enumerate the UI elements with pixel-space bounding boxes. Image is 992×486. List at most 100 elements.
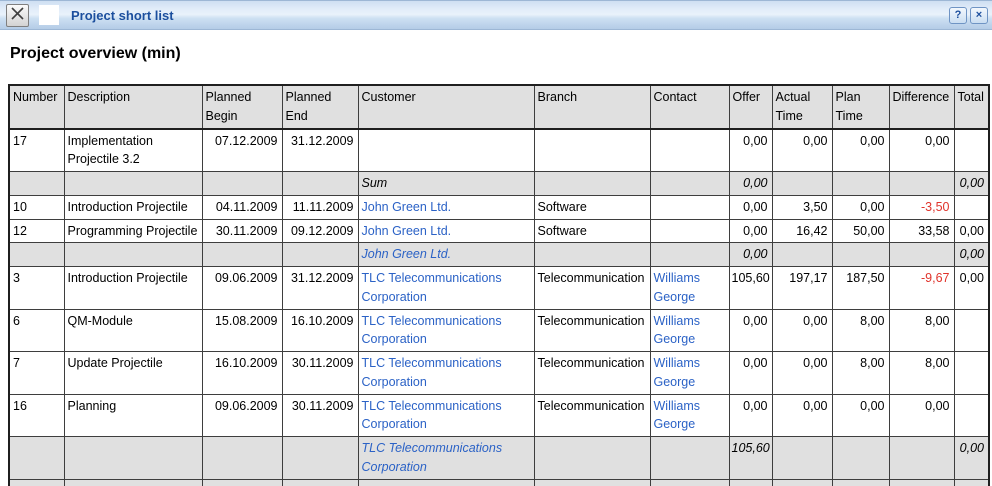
column-header-contact: Contact (650, 85, 729, 129)
cell-planned_begin: 07.12.2009 (202, 129, 282, 172)
table-row: 17Implementation Projectile 3.207.12.200… (9, 129, 989, 172)
sum-row: John Green Ltd.0,000,00 (9, 243, 989, 267)
cell-total: 0,00 (954, 243, 989, 267)
cell-planned_end (282, 172, 358, 196)
contact-link[interactable]: Williams George (654, 356, 701, 389)
cell-description: Update Projectile (64, 352, 202, 395)
cell-contact: Williams George (650, 352, 729, 395)
cell-planned_end: 31.12.2009 (282, 267, 358, 310)
customer-link[interactable]: TLC Telecommunications Corporation (362, 356, 502, 389)
cell-description: Introduction Projectile (64, 195, 202, 219)
cell-actual_time: 0,00 (772, 309, 832, 352)
cell-difference (889, 479, 954, 486)
cell-difference: -9,67 (889, 267, 954, 310)
contact-link[interactable]: Williams George (654, 399, 701, 432)
cell-offer: 0,00 (729, 129, 772, 172)
cell-plan_time: 0,00 (832, 195, 889, 219)
cell-description: Planning (64, 394, 202, 437)
cell-total (954, 352, 989, 395)
column-header-planned_end: Planned End (282, 85, 358, 129)
column-header-number: Number (9, 85, 64, 129)
cell-branch: Telecommunication (534, 352, 650, 395)
contact-link[interactable]: Williams George (654, 314, 701, 347)
cell-planned_begin (202, 172, 282, 196)
cell-plan_time: 8,00 (832, 309, 889, 352)
cell-contact (650, 479, 729, 486)
cell-difference: 8,00 (889, 309, 954, 352)
table-row: 6QM-Module15.08.200916.10.2009TLC Teleco… (9, 309, 989, 352)
cell-customer: John Green Ltd. (358, 219, 534, 243)
cell-actual_time (772, 437, 832, 480)
cell-contact (650, 129, 729, 172)
cell-difference: 33,58 (889, 219, 954, 243)
customer-link[interactable]: TLC Telecommunications Corporation (362, 441, 503, 474)
cell-plan_time: 50,00 (832, 219, 889, 243)
cell-total: 0,00 (954, 437, 989, 480)
cell-branch (534, 129, 650, 172)
cell-planned_begin (202, 437, 282, 480)
cell-branch (534, 479, 650, 486)
cell-offer: 105,60 (729, 267, 772, 310)
column-header-branch: Branch (534, 85, 650, 129)
cell-planned_begin: 09.06.2009 (202, 394, 282, 437)
cell-branch: Telecommunication (534, 267, 650, 310)
table-row: 7Update Projectile16.10.200930.11.2009TL… (9, 352, 989, 395)
table-header-row: NumberDescriptionPlanned BeginPlanned En… (9, 85, 989, 129)
cell-customer: Sum (358, 479, 534, 486)
column-header-plan_time: Plan Time (832, 85, 889, 129)
cell-offer: 0,00 (729, 195, 772, 219)
cell-difference (889, 243, 954, 267)
cell-description (64, 479, 202, 486)
cell-actual_time: 0,00 (772, 129, 832, 172)
cell-plan_time: 0,00 (832, 129, 889, 172)
customer-link[interactable]: TLC Telecommunications Corporation (362, 314, 502, 347)
cell-offer: 105,60 (729, 479, 772, 486)
cell-customer (358, 129, 534, 172)
cell-planned_begin: 30.11.2009 (202, 219, 282, 243)
column-header-actual_time: Actual Time (772, 85, 832, 129)
cell-actual_time: 0,00 (772, 352, 832, 395)
cell-planned_end: 09.12.2009 (282, 219, 358, 243)
customer-link[interactable]: John Green Ltd. (362, 247, 452, 261)
cell-customer: TLC Telecommunications Corporation (358, 309, 534, 352)
close-button[interactable]: × (970, 7, 988, 24)
cell-planned_begin: 15.08.2009 (202, 309, 282, 352)
cell-description (64, 243, 202, 267)
cell-number: 10 (9, 195, 64, 219)
page-title: Project overview (min) (10, 45, 984, 63)
content-area: Project overview (min) NumberDescription… (0, 45, 992, 486)
cell-customer: John Green Ltd. (358, 195, 534, 219)
help-button[interactable]: ? (949, 7, 967, 24)
cell-difference (889, 172, 954, 196)
cell-plan_time (832, 437, 889, 480)
cell-difference (889, 437, 954, 480)
cell-total: 0,00 (954, 219, 989, 243)
cell-customer: John Green Ltd. (358, 243, 534, 267)
sum-row: Sum0,000,00 (9, 172, 989, 196)
column-header-customer: Customer (358, 85, 534, 129)
table-row: 12Programming Projectile30.11.200909.12.… (9, 219, 989, 243)
table-row: 16Planning09.06.200930.11.2009TLC Teleco… (9, 394, 989, 437)
cell-branch: Telecommunication (534, 394, 650, 437)
close-window-button[interactable] (6, 4, 29, 27)
titlebar-checkbox[interactable] (39, 5, 59, 25)
cell-planned_end: 16.10.2009 (282, 309, 358, 352)
customer-link[interactable]: John Green Ltd. (362, 200, 452, 214)
contact-link[interactable]: Williams George (654, 271, 701, 304)
cell-offer: 0,00 (729, 352, 772, 395)
cell-description: QM-Module (64, 309, 202, 352)
customer-link[interactable]: John Green Ltd. (362, 224, 452, 238)
cell-actual_time (772, 243, 832, 267)
cell-difference: 8,00 (889, 352, 954, 395)
customer-link[interactable]: TLC Telecommunications Corporation (362, 271, 502, 304)
sum-row: Sum105,600,00 (9, 479, 989, 486)
customer-link[interactable]: TLC Telecommunications Corporation (362, 399, 502, 432)
cell-plan_time: 8,00 (832, 352, 889, 395)
cell-planned_end: 11.11.2009 (282, 195, 358, 219)
cell-contact: Williams George (650, 309, 729, 352)
cell-number: 3 (9, 267, 64, 310)
cell-plan_time (832, 243, 889, 267)
cell-number: 17 (9, 129, 64, 172)
cell-branch: Software (534, 219, 650, 243)
column-header-offer: Offer (729, 85, 772, 129)
